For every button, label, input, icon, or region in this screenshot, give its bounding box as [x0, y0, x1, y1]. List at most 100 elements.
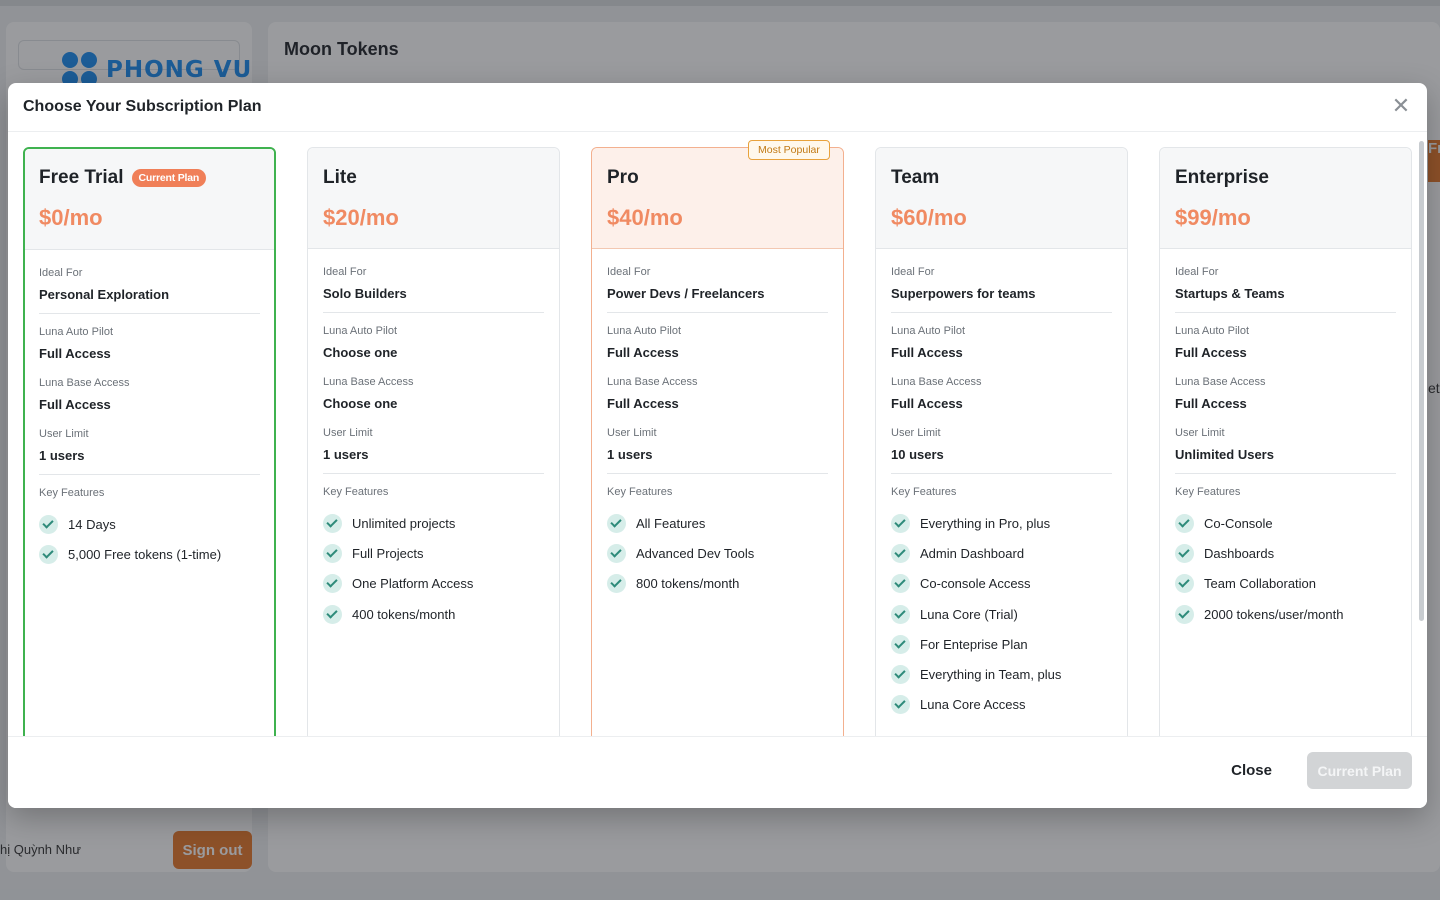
base-access-value: Choose one: [323, 396, 398, 411]
ideal-for-section: Ideal For Startups & Teams: [1175, 266, 1396, 313]
close-icon[interactable]: ✕: [1389, 95, 1413, 119]
feature-item: Team Collaboration: [1175, 569, 1396, 599]
feature-item: Everything in Team, plus: [891, 659, 1112, 689]
feature-text: Everything in Team, plus: [920, 667, 1062, 683]
feature-text: For Enteprise Plan: [920, 636, 1028, 652]
key-features-label: Key Features: [891, 486, 957, 498]
feature-text: 2000 tokens/user/month: [1204, 606, 1344, 622]
plan-card-lite[interactable]: Lite $20/mo Ideal For Solo Builders Luna Aut…: [307, 147, 560, 736]
feature-text: Everything in Pro, plus: [920, 515, 1051, 531]
feature-item: Admin Dashboard: [891, 538, 1112, 568]
auto-pilot-value: Full Access: [891, 345, 963, 360]
ideal-for-value: Solo Builders: [323, 286, 407, 301]
feature-item: Luna Core (Trial): [891, 599, 1112, 629]
base-access-value: Full Access: [1175, 396, 1247, 411]
feature-text: 800 tokens/month: [636, 576, 740, 592]
auto-pilot-value: Full Access: [1175, 345, 1247, 360]
ideal-for-value: Power Devs / Freelancers: [607, 286, 765, 301]
feature-text: 5,000 Free tokens (1-time): [68, 546, 222, 562]
user-limit-value: 10 users: [891, 447, 944, 462]
feature-text: One Platform Access: [352, 576, 474, 592]
plan-card-free-trial[interactable]: Free Trial Current Plan $0/mo Ideal For Pers…: [23, 147, 276, 736]
ideal-for-section: Ideal For Power Devs / Freelancers: [607, 266, 828, 313]
access-section: Luna Auto Pilot Full Access Luna Base Acce…: [607, 325, 828, 474]
check-icon: [891, 634, 910, 654]
feature-item: 800 tokens/month: [607, 569, 828, 599]
plan-card-team[interactable]: Team $60/mo Ideal For Superpowers for teams…: [875, 147, 1128, 736]
user-limit-value: 1 users: [39, 448, 85, 463]
current-plan-badge: Current Plan: [131, 169, 207, 187]
base-access-label: Luna Base Access: [1175, 376, 1266, 388]
user-limit-label: User Limit: [1175, 427, 1225, 439]
check-icon: [891, 604, 910, 624]
plan-header: Enterprise $99/mo: [1160, 148, 1411, 249]
feature-item: All Features: [607, 508, 828, 538]
feature-text: Dashboards: [1204, 545, 1275, 561]
check-icon: [39, 544, 58, 564]
feature-text: All Features: [636, 515, 706, 531]
plan-body: Ideal For Power Devs / Freelancers Luna Au…: [592, 249, 843, 599]
auto-pilot-label: Luna Auto Pilot: [323, 325, 398, 337]
check-icon: [1175, 513, 1194, 533]
feature-item: 2000 tokens/user/month: [1175, 599, 1396, 629]
feature-text: Co-Console: [1204, 515, 1273, 531]
close-button[interactable]: Close: [1217, 752, 1286, 789]
key-features-label: Key Features: [323, 486, 389, 498]
auto-pilot-label: Luna Auto Pilot: [891, 325, 966, 337]
access-section: Luna Auto Pilot Full Access Luna Base Acce…: [39, 326, 260, 475]
feature-text: Luna Core (Trial): [920, 606, 1018, 622]
plan-card-pro[interactable]: Most Popular Pro $40/mo Ideal For Power Devs…: [591, 140, 844, 736]
check-icon: [323, 604, 342, 624]
feature-list: All Features Advanced Dev Tools 800 tokens…: [607, 508, 828, 599]
key-features-label: Key Features: [39, 487, 105, 499]
feature-text: Luna Core Access: [920, 697, 1026, 713]
feature-item: Luna Core Access: [891, 690, 1112, 720]
ideal-for-label: Ideal For: [39, 267, 83, 279]
subscription-modal: Choose Your Subscription Plan ✕ Free Tri…: [8, 83, 1427, 808]
feature-text: Full Projects: [352, 545, 424, 561]
base-access-label: Luna Base Access: [891, 376, 982, 388]
feature-item: 400 tokens/month: [323, 599, 544, 629]
plan-price: $40/mo: [607, 205, 683, 230]
check-icon: [39, 514, 58, 534]
user-limit-value: 1 users: [607, 447, 653, 462]
base-access-value: Full Access: [891, 396, 963, 411]
plan-price: $99/mo: [1175, 205, 1251, 230]
modal-body: Free Trial Current Plan $0/mo Ideal For Pers…: [8, 133, 1427, 736]
feature-list: Everything in Pro, plus Admin Dashboard Co…: [891, 508, 1112, 720]
feature-text: 14 Days: [68, 516, 116, 532]
most-popular-badge: Most Popular: [748, 140, 830, 160]
feature-item: Dashboards: [1175, 538, 1396, 568]
ideal-for-value: Personal Exploration: [39, 287, 170, 302]
auto-pilot-value: Choose one: [323, 345, 398, 360]
plan-price: $20/mo: [323, 205, 399, 230]
scrollbar[interactable]: [1419, 141, 1424, 621]
plan-price: $60/mo: [891, 205, 967, 230]
feature-item: 5,000 Free tokens (1-time): [39, 539, 260, 569]
plan-header: Lite $20/mo: [308, 148, 559, 249]
check-icon: [323, 543, 342, 563]
ideal-for-section: Ideal For Superpowers for teams: [891, 266, 1112, 313]
check-icon: [1175, 604, 1194, 624]
feature-item: Full Projects: [323, 538, 544, 568]
base-access-value: Full Access: [39, 397, 111, 412]
user-limit-label: User Limit: [607, 427, 657, 439]
plan-name: Free Trial: [39, 167, 124, 188]
user-limit-label: User Limit: [891, 427, 941, 439]
modal-header: Choose Your Subscription Plan ✕: [8, 83, 1427, 132]
access-section: Luna Auto Pilot Full Access Luna Base Acce…: [891, 325, 1112, 474]
plan-card-enterprise[interactable]: Enterprise $99/mo Ideal For Startups & Team…: [1159, 147, 1412, 736]
base-access-label: Luna Base Access: [607, 376, 698, 388]
ideal-for-section: Ideal For Solo Builders: [323, 266, 544, 313]
user-limit-label: User Limit: [323, 427, 373, 439]
feature-item: Co-console Access: [891, 569, 1112, 599]
check-icon: [891, 665, 910, 685]
check-icon: [1175, 574, 1194, 594]
modal-footer: Close Current Plan: [8, 736, 1427, 808]
feature-item: Advanced Dev Tools: [607, 538, 828, 568]
feature-text: 400 tokens/month: [352, 606, 456, 622]
auto-pilot-label: Luna Auto Pilot: [39, 326, 114, 338]
feature-item: Everything in Pro, plus: [891, 508, 1112, 538]
modal-title: Choose Your Subscription Plan: [23, 98, 262, 115]
plan-body: Ideal For Solo Builders Luna Auto Pilot Cho…: [308, 249, 559, 629]
